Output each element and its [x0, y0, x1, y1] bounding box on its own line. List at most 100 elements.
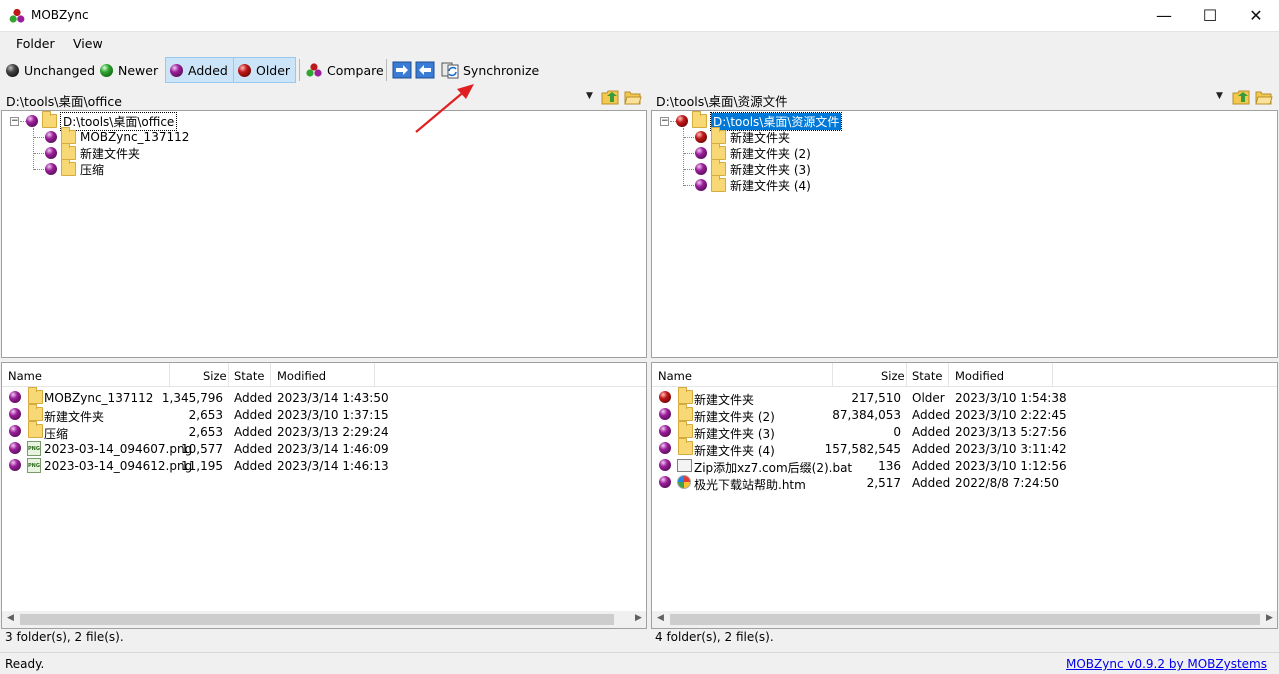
left-horizontal-scrollbar[interactable]: ◀ ▶: [2, 611, 646, 628]
added-ball-icon: [695, 179, 707, 191]
scroll-left-icon[interactable]: ◀: [657, 613, 664, 623]
list-row[interactable]: 压缩 2,653 Added 2023/3/13 2:29:24: [2, 421, 646, 441]
tree-line: [34, 153, 44, 154]
scrollbar-thumb[interactable]: [670, 614, 1260, 625]
list-row[interactable]: PNG 2023-03-14_094607.png 10,577 Added 2…: [2, 440, 646, 457]
right-path-combobox[interactable]: D:\tools\桌面\资源文件 ▼: [650, 86, 1279, 110]
list-row[interactable]: PNG 2023-03-14_094612.png 11,195 Added 2…: [2, 457, 646, 474]
minimize-button[interactable]: —: [1141, 0, 1187, 31]
left-path-text: D:\tools\桌面\office: [6, 94, 122, 109]
list-row[interactable]: 极光下载站帮助.htm 2,517 Added 2022/8/8 7:24:50: [652, 474, 1277, 492]
folder-icon: [28, 421, 43, 438]
status-bar: Ready. MOBZync v0.9.2 by MOBZystems: [0, 652, 1279, 674]
right-path-dropdown-icon[interactable]: ▼: [1216, 91, 1223, 101]
list-row[interactable]: 新建文件夹 (2) 87,384,053 Added 2023/3/10 2:2…: [652, 404, 1277, 424]
left-tree-collapse-icon[interactable]: −: [10, 117, 19, 126]
list-row[interactable]: 新建文件夹 (4) 157,582,545 Added 2023/3/10 3:…: [652, 438, 1277, 458]
folder-icon: [678, 387, 693, 404]
tree-root-node[interactable]: D:\tools\桌面\office: [26, 111, 178, 131]
folder-icon: [28, 387, 43, 404]
list-row[interactable]: 新建文件夹 2,653 Added 2023/3/10 1:37:15: [2, 404, 646, 424]
tree-node[interactable]: 新建文件夹: [695, 127, 790, 145]
left-path-combobox[interactable]: D:\tools\桌面\office ▼: [0, 86, 648, 110]
right-up-folder-icon[interactable]: [1232, 89, 1250, 105]
list-header: Name Size State Modified: [2, 363, 646, 387]
column-header-state[interactable]: State: [912, 369, 942, 383]
column-divider[interactable]: [169, 363, 170, 387]
file-state: Added: [912, 442, 951, 456]
column-divider[interactable]: [832, 363, 833, 387]
newer-filter-button[interactable]: Newer: [96, 57, 162, 83]
column-header-modified[interactable]: Modified: [955, 369, 1004, 383]
right-horizontal-scrollbar[interactable]: ◀ ▶: [652, 611, 1277, 628]
compare-button[interactable]: Compare: [301, 57, 388, 83]
file-size: 136: [878, 459, 901, 473]
right-tree-collapse-icon[interactable]: −: [660, 117, 669, 126]
menu-view[interactable]: View: [73, 36, 103, 51]
column-header-state[interactable]: State: [234, 369, 264, 383]
older-ball-icon: [238, 63, 251, 77]
folder-icon: [61, 159, 76, 176]
column-header-name[interactable]: Name: [8, 369, 42, 383]
tree-line: [684, 153, 694, 154]
left-path-dropdown-icon[interactable]: ▼: [586, 91, 593, 101]
file-modified: 2023/3/10 2:22:45: [955, 408, 1067, 422]
tree-node-label: 新建文件夹: [80, 146, 141, 161]
added-filter-button[interactable]: Added: [165, 57, 234, 83]
file-state: Added: [912, 425, 951, 439]
copy-right-arrow-icon: [392, 61, 412, 79]
column-divider[interactable]: [906, 363, 907, 387]
column-divider[interactable]: [374, 363, 375, 387]
left-file-list[interactable]: Name Size State Modified MOBZync_137112 …: [1, 362, 647, 629]
list-row[interactable]: Zip添加xz7.com后缀(2).bat 136 Added 2023/3/1…: [652, 457, 1277, 475]
older-filter-button[interactable]: Older: [233, 57, 296, 83]
tree-node[interactable]: 压缩: [45, 159, 104, 177]
file-modified: 2023/3/10 1:12:56: [955, 459, 1067, 473]
left-browse-folder-icon[interactable]: [624, 89, 642, 105]
column-header-modified[interactable]: Modified: [277, 369, 326, 383]
unchanged-filter-button[interactable]: Unchanged: [2, 57, 99, 83]
scroll-right-icon[interactable]: ▶: [635, 613, 642, 623]
tree-node-label: MOBZync_137112: [80, 130, 190, 144]
added-ball-icon: [9, 408, 21, 420]
credit-link[interactable]: MOBZync v0.9.2 by MOBZystems: [1066, 657, 1267, 671]
right-browse-folder-icon[interactable]: [1255, 89, 1273, 105]
maximize-button[interactable]: ☐: [1187, 0, 1233, 31]
right-folder-tree[interactable]: − D:\tools\桌面\资源文件 新建文件夹 新建文件夹 (2) 新建文件夹…: [651, 110, 1278, 358]
right-file-list[interactable]: Name Size State Modified 新建文件夹 217,510 O…: [651, 362, 1278, 629]
tree-node-label: 新建文件夹 (4): [730, 178, 811, 193]
compare-label: Compare: [327, 62, 384, 78]
left-folder-tree[interactable]: − D:\tools\桌面\office MOBZync_137112 新建文件…: [1, 110, 647, 358]
column-header-name[interactable]: Name: [658, 369, 692, 383]
file-size: 0: [893, 425, 901, 439]
folder-icon: [711, 159, 726, 176]
tree-node[interactable]: 新建文件夹 (4): [695, 175, 811, 193]
list-row[interactable]: 新建文件夹 217,510 Older 2023/3/10 1:54:38: [652, 387, 1277, 407]
column-divider[interactable]: [228, 363, 229, 387]
tree-line: [34, 137, 44, 138]
close-button[interactable]: ✕: [1233, 0, 1279, 31]
file-size: 2,653: [188, 408, 223, 422]
scroll-left-icon[interactable]: ◀: [7, 613, 14, 623]
column-header-size[interactable]: Size: [881, 369, 905, 383]
column-divider[interactable]: [1052, 363, 1053, 387]
added-ball-icon: [45, 131, 57, 143]
tree-node[interactable]: 新建文件夹: [45, 143, 141, 161]
folder-icon: [28, 404, 43, 421]
file-name: 极光下载站帮助.htm: [694, 478, 806, 492]
menu-folder[interactable]: Folder: [16, 36, 55, 51]
older-label: Older: [256, 62, 291, 78]
file-state: Added: [234, 459, 273, 473]
column-header-size[interactable]: Size: [203, 369, 227, 383]
column-divider[interactable]: [270, 363, 271, 387]
file-modified: 2023/3/10 3:11:42: [955, 442, 1067, 456]
list-row[interactable]: MOBZync_137112 1,345,796 Added 2023/3/14…: [2, 387, 646, 406]
scroll-right-icon[interactable]: ▶: [1266, 613, 1273, 623]
tree-root-node[interactable]: D:\tools\桌面\资源文件: [676, 111, 843, 131]
file-modified: 2023/3/13 5:27:56: [955, 425, 1067, 439]
column-divider[interactable]: [948, 363, 949, 387]
file-state: Added: [234, 391, 273, 405]
list-row[interactable]: 新建文件夹 (3) 0 Added 2023/3/13 5:27:56: [652, 421, 1277, 441]
scrollbar-thumb[interactable]: [20, 614, 614, 625]
left-up-folder-icon[interactable]: [601, 89, 619, 105]
